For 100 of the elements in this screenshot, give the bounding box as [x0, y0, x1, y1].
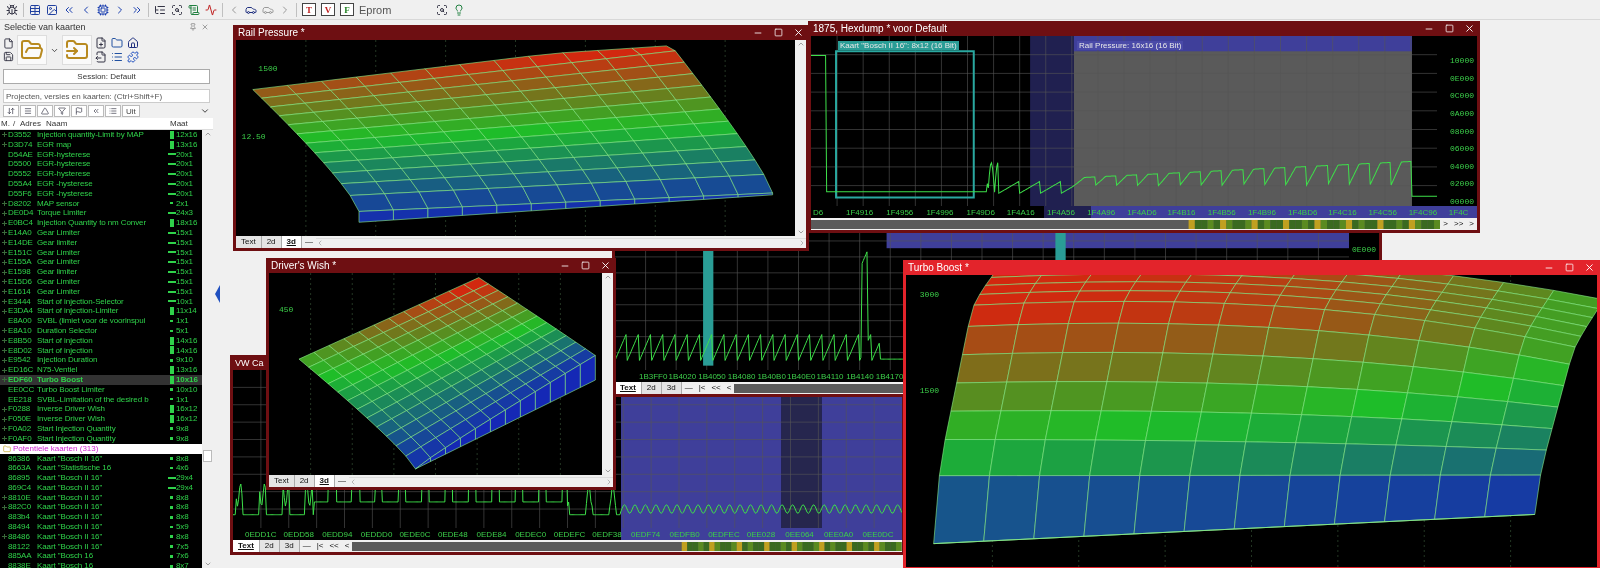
- address-cell-text: 86895: [8, 473, 31, 483]
- name-cell-text: Gear Limiter: [37, 247, 81, 258]
- map-label: Rail Pressure: 16x16 (16 Bit): [1077, 41, 1184, 50]
- name-cell-text: EGR -hysterese: [37, 188, 94, 199]
- address-label: 0EDEC0: [515, 529, 548, 539]
- axis-label: 450: [279, 305, 294, 315]
- address-cell-text: E0BC4: [8, 218, 34, 228]
- address-label: 0EDE84: [476, 529, 508, 539]
- name-cell-text: EGR-hysterese: [37, 159, 92, 170]
- window-title: Turbo Boost *: [908, 262, 969, 273]
- size-cell-text: 29x4: [176, 482, 194, 493]
- address-label: 0EDD58: [283, 529, 315, 539]
- value-label: 02000: [1450, 179, 1474, 189]
- address-label: 1F4C16: [1328, 207, 1358, 217]
- address-label: 1F4C56: [1368, 207, 1398, 217]
- size-cell-text: 24x3: [176, 208, 194, 219]
- value-label: 0C000: [1450, 91, 1474, 101]
- address-cell-text: E8B50: [8, 335, 33, 346]
- address-cell-text: E8A00: [8, 316, 33, 326]
- toolbar-label: Eprom: [359, 3, 392, 16]
- value-label: 08000: [1450, 126, 1474, 136]
- name-cell-text: Kaart "Bosch II 16": [37, 512, 104, 523]
- address-cell-text: E3DA4: [8, 306, 34, 317]
- address-label: 1B40E0: [786, 371, 817, 381]
- size-cell-text: 20x1: [176, 149, 194, 160]
- address-cell-text: D8202: [8, 198, 33, 209]
- address-cell-text: 8810E: [8, 492, 32, 503]
- map-label: Kaart "Bosch II 16": 8x12 (16 Bit): [837, 41, 959, 50]
- address-label: 1F4C: [1448, 207, 1470, 217]
- address-cell-text: EE0CC: [8, 384, 36, 395]
- address-label: 0EDE48: [437, 529, 469, 539]
- size-cell-text: 10x10: [176, 384, 199, 395]
- size-cell-text: 8x8: [176, 512, 190, 523]
- address-cell-text: D5500: [8, 159, 33, 170]
- name-cell-text: Gear limiter: [37, 237, 79, 248]
- address-cell-text: EDF60: [8, 374, 34, 385]
- address-label: 1B4050: [698, 371, 727, 381]
- address-cell-text: 8663A: [8, 463, 32, 474]
- size-cell-text: 7x5: [176, 541, 190, 552]
- size-cell-text: 15x1: [176, 286, 194, 297]
- size-cell-text: 18x16: [176, 218, 199, 228]
- address-cell-text: D5552: [8, 169, 33, 179]
- address-cell-text: 88122: [8, 541, 31, 552]
- address-cell-text: 885AA: [8, 551, 33, 562]
- address-label: 1F4A96: [1087, 207, 1117, 217]
- size-cell-text: 16x12: [176, 404, 199, 415]
- address-cell-text: DE0D4: [8, 208, 35, 219]
- address-cell-text: E1614: [8, 286, 32, 297]
- address-label: 1B4170: [875, 371, 905, 381]
- address-cell-text: 8838E: [8, 561, 32, 568]
- address-label: 1F4A56: [1046, 207, 1076, 217]
- address-cell-text: ED16C: [8, 365, 35, 375]
- address-cell-text: D55A4: [8, 179, 33, 189]
- value-label: 04000: [1450, 161, 1474, 171]
- name-cell-text: Kaart "Bosch 16: [37, 551, 95, 562]
- address-label: 0EE064: [785, 529, 815, 539]
- address-cell-text: E8D02: [8, 345, 33, 356]
- address-cell-text: E3444: [8, 296, 32, 307]
- name-cell-text: Injection quantity-Limit by MAP: [37, 130, 145, 140]
- size-cell-text: 11x14: [176, 306, 198, 317]
- address-label: 0EDE0C: [399, 529, 432, 539]
- size-cell-text: 16x12: [176, 414, 199, 424]
- window-title: VW Ca: [235, 357, 264, 368]
- address-cell-text: E9542: [8, 355, 32, 366]
- size-cell-text: 20x1: [176, 169, 194, 179]
- value-label: 10000: [1450, 56, 1474, 65]
- value-label: 00000: [1450, 197, 1474, 206]
- address-cell-text: E14DE: [8, 237, 34, 248]
- value-label: 06000: [1450, 144, 1474, 154]
- address-label: 1B4080: [727, 371, 757, 381]
- size-cell-text: 10x1: [176, 296, 194, 307]
- address-label: 1B4110: [816, 371, 845, 381]
- value-label: 0A000: [1450, 108, 1474, 118]
- size-cell-text: 8x8: [176, 453, 190, 464]
- size-cell-text: 7x6: [176, 551, 190, 562]
- size-cell-text: 9x8: [176, 423, 190, 434]
- address-cell-text: E155A: [8, 257, 33, 268]
- axis-label: 1500: [919, 385, 939, 395]
- window-title: Rail Pressure *: [238, 27, 305, 38]
- axis-label: 12.50: [241, 132, 266, 142]
- address-label: 0EE028: [746, 529, 777, 539]
- name-cell-text: Inverse Driver Wish: [37, 404, 106, 415]
- name-cell-text: Gear Limiter: [37, 227, 81, 238]
- size-cell-text: 9x8: [176, 433, 190, 444]
- value-label: 0E000: [1352, 245, 1376, 254]
- axis-label: 3000: [919, 289, 939, 299]
- axis-label: 1500: [258, 63, 278, 73]
- window-title: 1875, Hexdump * voor Default: [813, 23, 947, 34]
- address-cell-text: E14A0: [8, 227, 33, 238]
- address-label: 0EDF74: [630, 529, 662, 539]
- name-cell-text: Kaart "Bosch II 16": [37, 473, 104, 483]
- size-cell-text: 8x8: [176, 492, 190, 503]
- name-cell-text: N75-Ventiel: [37, 365, 79, 375]
- address-label: 1F4996: [926, 207, 955, 217]
- address-label: 1F4916: [846, 207, 875, 217]
- address-label: 1F4B56: [1207, 207, 1237, 217]
- address-cell-text: 882C0: [8, 502, 33, 513]
- name-cell-text: Gear limiter: [37, 267, 79, 277]
- address-cell-text: D55F6: [8, 188, 33, 199]
- name-cell-text: MAP sensor: [37, 198, 81, 209]
